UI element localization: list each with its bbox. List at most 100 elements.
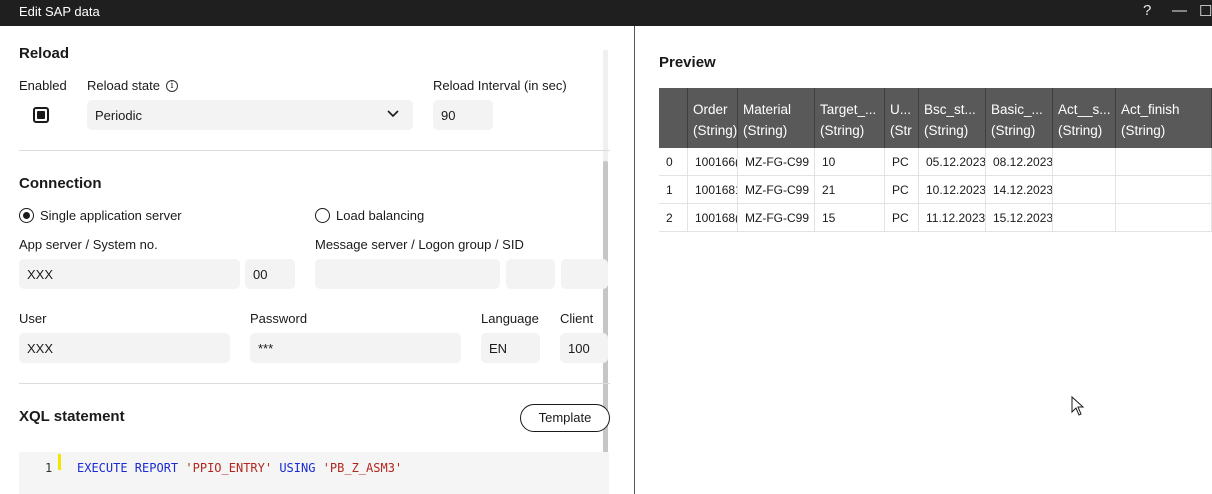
table-cell: 10.12.2023 [919,176,986,204]
help-icon[interactable]: ? [1143,2,1151,19]
sid-input[interactable] [561,259,608,289]
table-row[interactable]: 1 1001681 MZ-FG-C99 21 PC 10.12.2023 14.12.202… [659,176,1212,204]
preview-panel: Preview Order (String) Material (String) Tar… [635,26,1212,494]
language-input[interactable]: EN [481,333,540,363]
column-type: (String) [991,123,1036,138]
reload-state-value: Periodic [95,108,142,123]
column-header[interactable]: Target_... (String) [815,88,885,148]
reload-state-select[interactable]: Periodic [87,100,413,130]
table-cell [1053,176,1116,204]
window-title: Edit SAP data [19,4,100,19]
column-type: (String) [743,123,788,138]
table-cell: 15.12.2023 [986,204,1053,232]
code-string: 'PB_Z_ASM3' [322,461,403,475]
column-header[interactable]: Basic_... (String) [986,88,1053,148]
enabled-checkbox[interactable] [33,107,49,123]
load-balancing-radio[interactable] [315,208,330,223]
current-line-marker [58,454,61,470]
section-divider [19,383,610,384]
app-server-input[interactable]: XXX [19,259,240,289]
table-cell [1116,204,1212,232]
column-header[interactable]: Order (String) [688,88,738,148]
table-cell: 21 [815,176,885,204]
client-input[interactable]: 100 [560,333,608,363]
preview-title: Preview [659,54,716,71]
reload-interval-input[interactable]: 90 [433,100,493,130]
settings-panel: Reload Enabled Reload state i Periodic R… [0,26,634,494]
table-cell: PC [885,148,919,176]
column-header[interactable]: Act__s... (String) [1053,88,1116,148]
section-divider [19,150,610,151]
column-name: Material [743,102,792,117]
column-type: (Str [890,123,912,138]
column-header[interactable]: U... (Str [885,88,919,148]
column-type: (String) [693,123,738,138]
table-row[interactable]: 2 100168(MZ-FG-C99 15 PC 11.12.2023 15.12.202… [659,204,1212,232]
user-label: User [19,311,47,326]
language-label: Language [481,311,539,326]
checkbox-check-mark [37,111,45,119]
column-name: Order [693,102,728,117]
reload-interval-label: Reload Interval (in sec) [433,78,567,93]
code-line[interactable]: EXECUTE REPORT 'PPIO_ENTRY' USING 'PB_Z_… [77,461,402,475]
column-name: U... [890,102,912,117]
scrollbar-thumb[interactable] [603,161,608,494]
column-name: Basic_... [991,102,1043,117]
column-name: Target_... [820,102,877,117]
user-input[interactable]: XXX [19,333,230,363]
table-cell [1116,176,1212,204]
column-name: Act_finish [1121,102,1180,117]
index-column-header [659,88,688,148]
maximize-button[interactable]: ☐ [1199,2,1212,20]
column-name: Act__s... [1058,102,1111,117]
logon-group-input[interactable] [506,259,555,289]
column-header[interactable]: Act_finish (String) [1116,88,1212,148]
password-label: Password [250,311,308,326]
password-input[interactable]: *** [250,333,461,363]
table-cell: PC [885,204,919,232]
table-cell: 100166( [688,148,738,176]
message-server-input[interactable] [315,259,500,289]
table-cell: 15 [815,204,885,232]
info-icon[interactable]: i [166,80,178,92]
row-index: 2 [659,204,688,232]
enabled-label: Enabled [19,78,67,93]
connection-section-title: Connection [19,175,102,192]
table-cell: PC [885,176,919,204]
column-type: (String) [924,123,969,138]
table-cell: 08.12.2023 [986,148,1053,176]
table-header: Order (String) Material (String) Target_... (… [659,88,1212,148]
single-server-radio[interactable] [19,208,34,223]
column-type: (String) [820,123,865,138]
message-server-label: Message server / Logon group / SID [315,237,524,252]
column-header[interactable]: Material (String) [738,88,815,148]
reload-section-title: Reload [19,45,70,62]
template-button[interactable]: Template [520,404,610,432]
table-cell: 11.12.2023 [919,204,986,232]
app-server-label: App server / System no. [19,237,158,252]
table-cell: MZ-FG-C99 [738,204,815,232]
table-cell: 100168( [688,204,738,232]
table-row[interactable]: 0 100166(MZ-FG-C99 10 PC 05.12.2023 08.12.202… [659,148,1212,176]
code-line-number: 1 [45,461,53,475]
client-label: Client [560,311,594,326]
radio-selected-dot [22,211,30,219]
row-index: 1 [659,176,688,204]
code-keyword: EXECUTE REPORT [77,461,179,475]
table-cell [1053,204,1116,232]
table-cell [1116,148,1212,176]
column-type: (String) [1121,123,1166,138]
column-name: Bsc_st... [924,102,976,117]
code-keyword: USING [279,461,316,475]
column-header[interactable]: Bsc_st... (String) [919,88,986,148]
chevron-down-icon [387,110,399,118]
minimize-button[interactable]: — [1172,2,1187,19]
column-type: (String) [1058,123,1103,138]
system-no-input[interactable]: 00 [245,259,295,289]
load-balancing-label[interactable]: Load balancing [336,208,424,223]
table-cell: 14.12.2023 [986,176,1053,204]
reload-state-label: Reload state [87,78,160,93]
single-server-label[interactable]: Single application server [40,208,182,223]
table-cell: 05.12.2023 [919,148,986,176]
xql-code-editor[interactable]: 1 EXECUTE REPORT 'PPIO_ENTRY' USING 'PB_… [19,452,609,494]
